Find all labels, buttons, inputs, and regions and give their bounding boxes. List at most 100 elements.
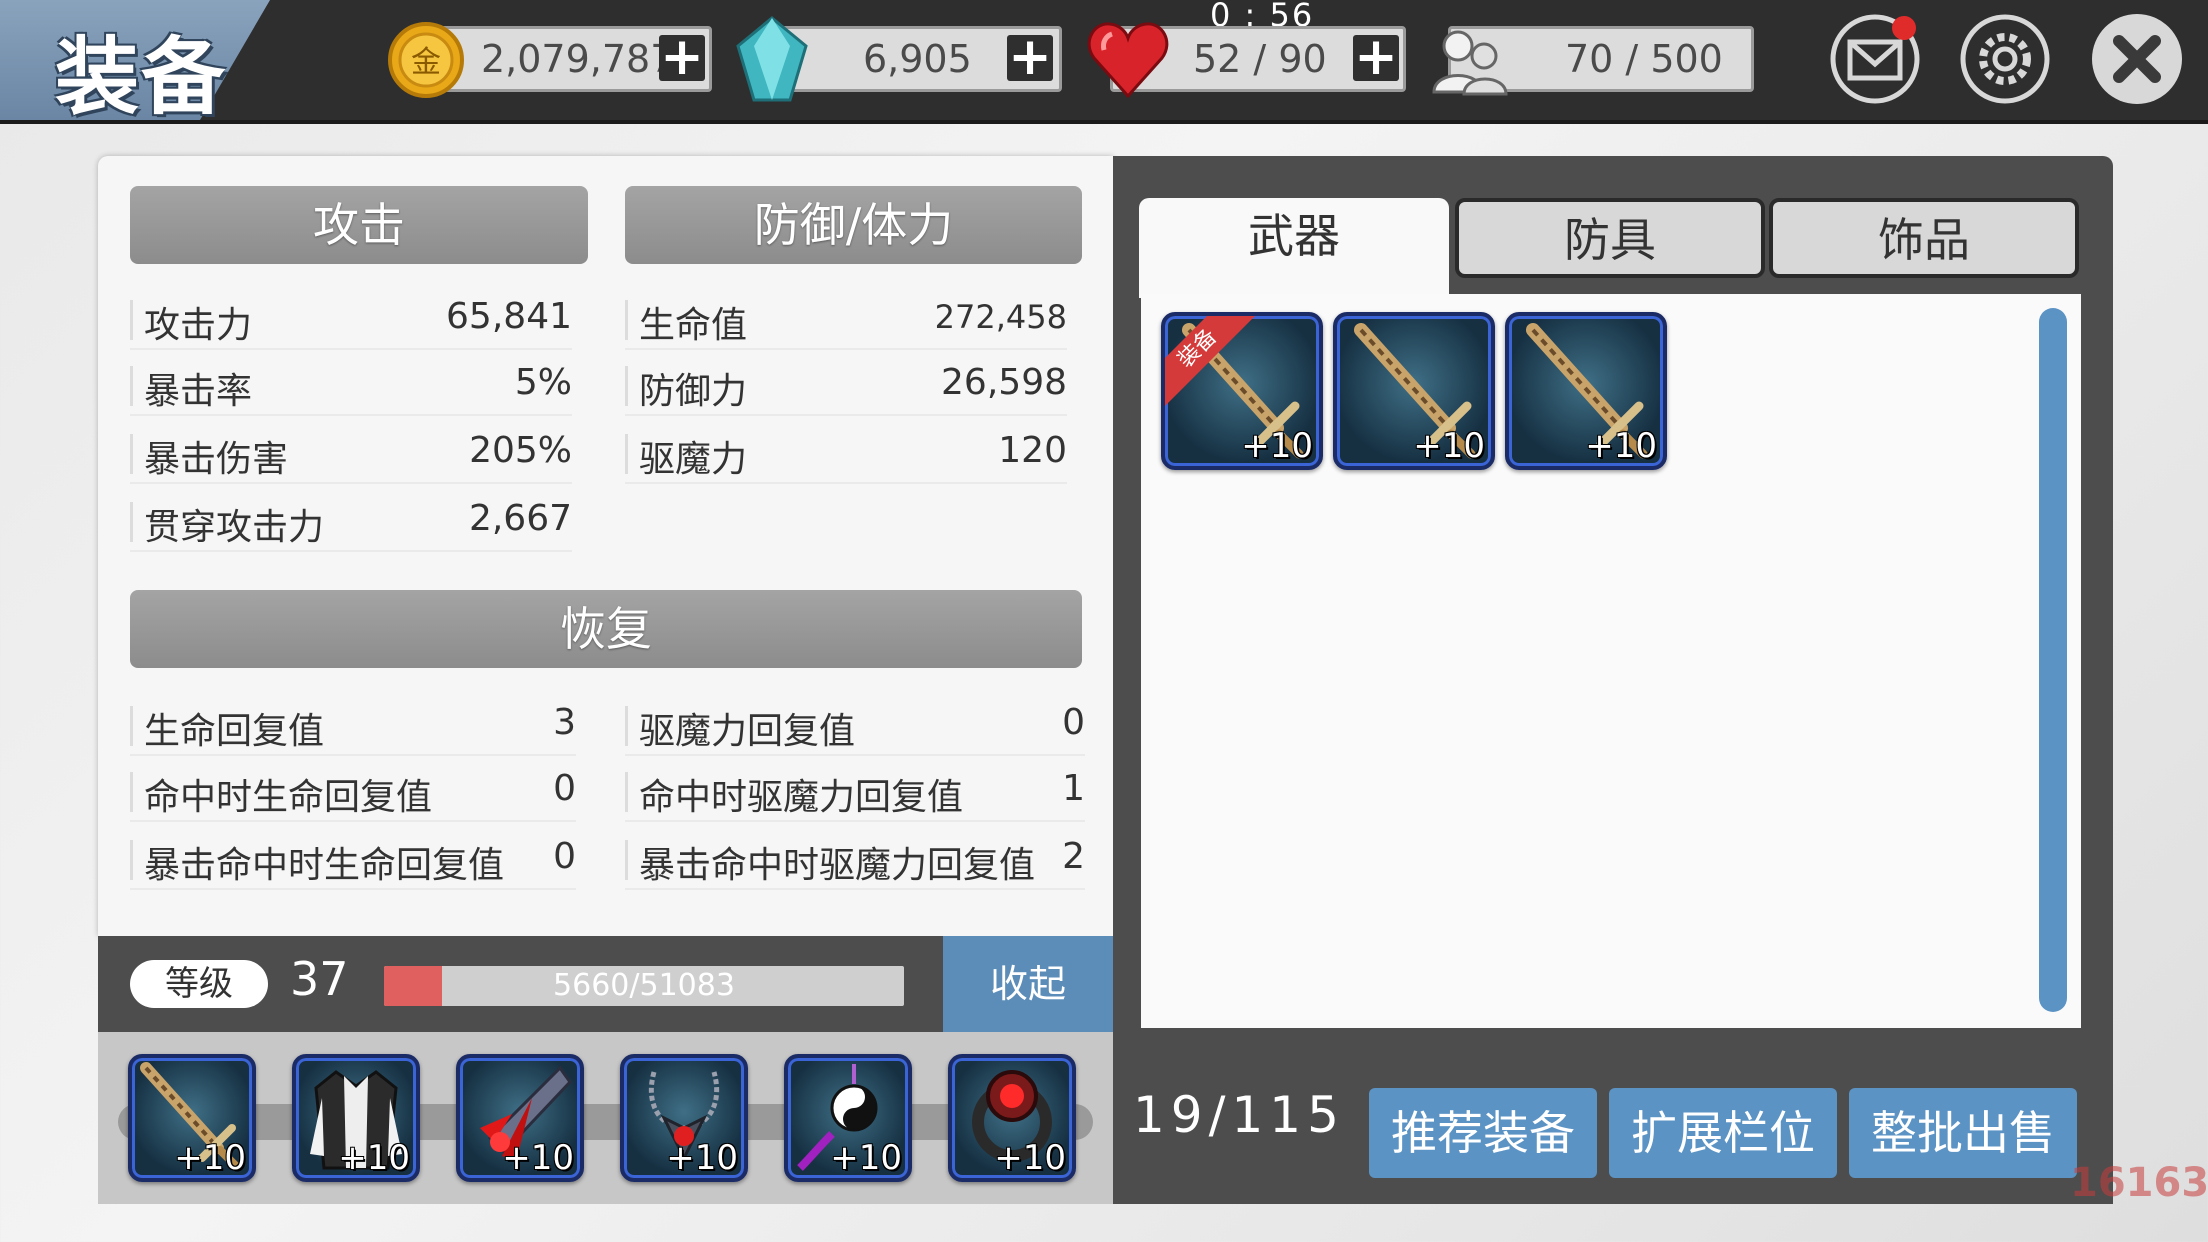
stat-value: 2 (1062, 836, 1085, 877)
stat-label: 命中时驱魔力回复值 (639, 777, 964, 818)
gem-icon (734, 16, 810, 108)
stat-row-defense: 防御力 26,598 (625, 354, 1067, 416)
stat-row-exorcism-on-crit: 暴击命中时驱魔力回复值 2 (625, 828, 1085, 890)
friends-value: 70 / 500 (1565, 37, 1723, 81)
inventory-item[interactable]: 装备 +10 (1161, 312, 1323, 470)
heart-icon (1086, 20, 1170, 104)
equip-slot-charm[interactable]: +10 (784, 1054, 912, 1182)
equip-slot-bracer[interactable]: +10 (456, 1054, 584, 1182)
top-bar: 装备 2,079,787 + 金 6,905 + 0 : 56 52 / 90 … (0, 0, 2208, 126)
stat-value: 3 (553, 702, 576, 743)
stat-row-crit-rate: 暴击率 5% (130, 354, 572, 416)
enhance-level: +10 (1585, 426, 1657, 466)
enhance-level: +10 (338, 1138, 410, 1178)
enhance-level: +10 (502, 1138, 574, 1178)
stat-value: 120 (998, 430, 1067, 471)
equip-slot-weapon[interactable]: +10 (128, 1054, 256, 1182)
tab-armor[interactable]: 防具 (1455, 198, 1765, 278)
stat-value: 0 (553, 768, 576, 809)
enhance-level: +10 (1413, 426, 1485, 466)
tab-accessories[interactable]: 饰品 (1769, 198, 2079, 278)
friends-icon (1430, 26, 1510, 100)
stat-value: 65,841 (446, 296, 572, 337)
stat-row-exorcism-regen: 驱魔力回复值 0 (625, 694, 1085, 756)
attack-header: 攻击 (130, 186, 588, 264)
stat-label: 防御力 (639, 371, 748, 412)
stat-value: 0 (553, 836, 576, 877)
stat-label: 驱魔力回复值 (639, 711, 856, 752)
inventory-panel: 武器 防具 饰品 装备 +10 +10 +10 19/115 推荐装备 扩展栏位… (1113, 156, 2113, 1204)
equip-slot-necklace[interactable]: +10 (620, 1054, 748, 1182)
stat-label: 生命值 (639, 305, 748, 346)
recommend-equipment-button[interactable]: 推荐装备 (1369, 1088, 1597, 1178)
stat-row-hp-on-crit: 暴击命中时生命回复值 0 (130, 828, 576, 890)
stat-value: 0 (1062, 702, 1085, 743)
mail-icon (1830, 14, 1920, 104)
stat-row-hp: 生命值 272,458 (625, 288, 1067, 350)
inventory-grid: 装备 +10 +10 +10 (1141, 294, 2081, 1028)
stat-value: 272,458 (934, 298, 1067, 336)
recovery-header: 恢复 (130, 590, 1082, 668)
add-gems-button[interactable]: + (1007, 31, 1053, 83)
stat-value: 26,598 (941, 362, 1067, 403)
enhance-level: +10 (1241, 426, 1313, 466)
add-stamina-button[interactable]: + (1353, 31, 1399, 83)
settings-button[interactable] (1960, 14, 2050, 104)
collapse-button[interactable]: 收起 (943, 936, 1113, 1032)
level-label: 等级 (130, 960, 268, 1008)
gear-icon (1960, 14, 2050, 104)
level-strip: 等级 37 5660/51083 收起 (98, 936, 1113, 1032)
gem-value: 6,905 (863, 37, 972, 81)
close-icon (2113, 35, 2161, 83)
bulk-sell-button[interactable]: 整批出售 (1849, 1088, 2077, 1178)
gold-value: 2,079,787 (481, 37, 675, 81)
svg-text:金: 金 (411, 45, 441, 80)
stat-value: 205% (469, 430, 572, 471)
gem-counter: 6,905 + (768, 26, 1062, 92)
close-button[interactable] (2092, 14, 2182, 104)
stat-label: 命中时生命回复值 (144, 777, 433, 818)
level-value: 37 (290, 952, 349, 1006)
stat-label: 暴击伤害 (144, 439, 289, 480)
stamina-value: 52 / 90 (1193, 37, 1327, 81)
enhance-level: +10 (830, 1138, 902, 1178)
equipped-slots: +10 +10 +10 +10 +10 +10 (98, 1032, 1113, 1204)
stat-row-crit-damage: 暴击伤害 205% (130, 422, 572, 484)
stat-label: 暴击命中时驱魔力回复值 (639, 845, 1036, 886)
stat-value: 1 (1062, 768, 1085, 809)
stat-label: 驱魔力 (639, 439, 748, 480)
defense-header: 防御/体力 (625, 186, 1082, 264)
exp-bar: 5660/51083 (384, 966, 904, 1006)
equip-slot-ring[interactable]: +10 (948, 1054, 1076, 1182)
enhance-level: +10 (666, 1138, 738, 1178)
page-title: 装备 (55, 28, 228, 126)
stat-label: 生命回复值 (144, 711, 325, 752)
stat-row-exorcism: 驱魔力 120 (625, 422, 1067, 484)
stat-row-attack-power: 攻击力 65,841 (130, 288, 572, 350)
stat-label: 贯穿攻击力 (144, 507, 325, 548)
stat-row-hp-regen: 生命回复值 3 (130, 694, 576, 756)
stat-value: 5% (514, 362, 572, 403)
enhance-level: +10 (994, 1138, 1066, 1178)
expand-slots-button[interactable]: 扩展栏位 (1609, 1088, 1837, 1178)
stat-label: 暴击率 (144, 371, 253, 412)
equip-rail (118, 1104, 1093, 1140)
mail-button[interactable] (1830, 14, 1920, 104)
enhance-level: +10 (174, 1138, 246, 1178)
add-gold-button[interactable]: + (659, 31, 705, 83)
stat-label: 攻击力 (144, 305, 253, 346)
stat-row-pierce-attack: 贯穿攻击力 2,667 (130, 490, 572, 552)
inventory-count: 19/115 (1133, 1086, 1345, 1144)
gold-coin-icon: 金 (386, 20, 466, 104)
stats-panel: 攻击 防御/体力 攻击力 65,841 暴击率 5% 暴击伤害 205% 贯穿攻… (98, 156, 1113, 936)
stat-value: 2,667 (468, 498, 572, 539)
stat-label: 暴击命中时生命回复值 (144, 845, 505, 886)
equip-slot-armor[interactable]: +10 (292, 1054, 420, 1182)
tab-weapons[interactable]: 武器 (1139, 198, 1449, 298)
site-watermark: 16163 (2070, 1160, 2208, 1206)
inventory-item[interactable]: +10 (1505, 312, 1667, 470)
stat-row-exorcism-on-hit: 命中时驱魔力回复值 1 (625, 760, 1085, 822)
stat-row-hp-on-hit: 命中时生命回复值 0 (130, 760, 576, 822)
inventory-item[interactable]: +10 (1333, 312, 1495, 470)
inventory-scrollbar[interactable] (2039, 308, 2067, 1012)
